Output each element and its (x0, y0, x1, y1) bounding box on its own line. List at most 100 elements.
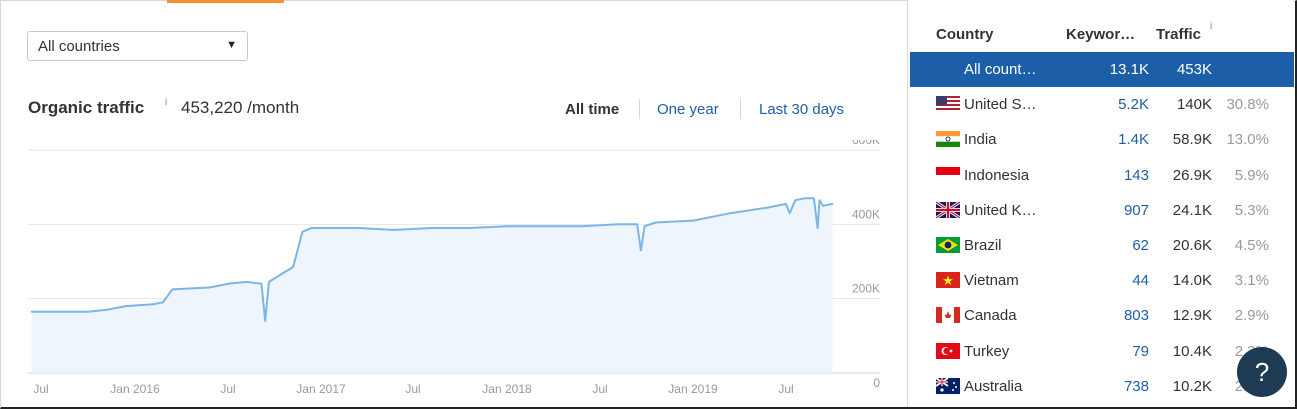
column-header-traffic[interactable]: Traffic (1156, 26, 1201, 43)
country-row[interactable]: Canada 803 12.9K 2.9% (910, 298, 1294, 333)
data-point (816, 227, 819, 229)
data-point (692, 219, 694, 222)
traffic-value: 10.4K (1172, 342, 1212, 360)
data-point (106, 309, 108, 311)
data-point (636, 223, 638, 226)
country-select[interactable]: All countries ▼ (27, 31, 248, 61)
x-tick-label: Jan 2017 (296, 382, 346, 396)
traffic-value: 26.9K (1172, 166, 1212, 184)
country-table: Country Keywor… Traffic i All count… 13.1… (907, 0, 1295, 407)
data-point (292, 266, 294, 268)
country-row[interactable]: Indonesia 143 26.9K 5.9% (910, 158, 1294, 193)
data-point (818, 199, 821, 201)
country-row[interactable]: United S… 5.2K 140K 30.8% (910, 87, 1294, 122)
data-point (124, 305, 127, 307)
data-point (794, 199, 797, 201)
x-tick-label: Jul (778, 382, 793, 396)
keywords-value[interactable]: 13.1K (1110, 61, 1149, 78)
x-tick-label: Jan 2018 (482, 382, 532, 396)
in-flag-icon (936, 131, 960, 148)
us-flag-icon (936, 96, 960, 113)
data-point (283, 271, 285, 274)
data-point (822, 205, 824, 207)
y-tick-label: 600K (852, 140, 880, 147)
x-tick-label: Jul (405, 382, 420, 396)
range-one-year[interactable]: One year (657, 101, 719, 118)
country-row[interactable]: India 1.4K 58.9K 13.0% (910, 122, 1294, 157)
data-point (431, 227, 433, 229)
data-point (171, 288, 173, 291)
traffic-percent: 2.9% (1234, 307, 1269, 325)
country-name: United S… (964, 96, 1037, 114)
data-point (357, 227, 359, 229)
organic-traffic-chart: 0 200K 400K 600K Jul Jan 2016 Jul Jan 2017 Jul Ja… (28, 140, 880, 396)
traffic-value: 58.9K (1172, 131, 1212, 149)
info-icon[interactable]: i (165, 97, 167, 108)
data-point (59, 310, 61, 313)
data-point (30, 310, 33, 313)
data-point (310, 227, 313, 229)
data-point (393, 229, 396, 231)
range-last-30-days[interactable]: Last 30 days (759, 101, 844, 118)
keywords-value[interactable]: 907 (1124, 202, 1149, 219)
column-header-keywords[interactable]: Keywor… (1066, 26, 1135, 43)
caret-down-icon: ▼ (226, 39, 237, 51)
traffic-value: 453K (1176, 61, 1212, 78)
country-row[interactable]: Brazil 62 20.6K 4.5% (910, 228, 1294, 263)
keywords-value[interactable]: 62 (1132, 237, 1149, 254)
traffic-value: 140K (1176, 96, 1212, 114)
keywords-value[interactable]: 79 (1132, 343, 1149, 360)
country-name: United K… (964, 201, 1037, 219)
data-point (617, 223, 620, 226)
keywords-value[interactable]: 5.2K (1118, 96, 1149, 113)
country-row[interactable]: United K… 907 24.1K 5.3% (910, 193, 1294, 228)
keywords-value[interactable]: 738 (1124, 378, 1149, 395)
gb-flag-icon (936, 201, 960, 218)
traffic-info-icon[interactable]: i (1210, 21, 1212, 32)
traffic-percent: 13.0% (1226, 131, 1269, 149)
active-tab-indicator (167, 0, 284, 3)
keywords-value[interactable]: 1.4K (1118, 131, 1149, 148)
au-flag-icon (936, 377, 960, 394)
keywords-value[interactable]: 44 (1132, 272, 1149, 289)
y-tick-label: 0 (873, 376, 880, 390)
y-tick-label: 400K (852, 207, 880, 221)
country-name: Vietnam (964, 272, 1019, 290)
range-separator (740, 99, 741, 119)
data-point (543, 225, 545, 227)
data-point (788, 212, 791, 214)
ca-flag-icon (936, 307, 960, 324)
data-point (506, 225, 508, 227)
data-point (227, 283, 229, 285)
country-row[interactable]: Vietnam 44 14.0K 3.1% (910, 263, 1294, 298)
data-point (640, 249, 642, 252)
data-point (87, 310, 89, 313)
range-all-time[interactable]: All time (565, 101, 619, 118)
help-button[interactable]: ? (1237, 347, 1287, 397)
x-tick-label: Jan 2016 (110, 382, 160, 396)
keywords-value[interactable]: 143 (1124, 167, 1149, 184)
data-point (301, 231, 304, 233)
data-point (264, 320, 267, 322)
traffic-value: 14.0K (1172, 272, 1212, 290)
country-row[interactable]: All count… 13.1K 453K (910, 52, 1294, 87)
data-point (655, 221, 657, 224)
x-tick-label: Jul (220, 382, 235, 396)
country-name: India (964, 131, 997, 149)
column-header-country[interactable]: Country (936, 26, 994, 43)
country-row[interactable]: Turkey7910.4K2.3% (910, 334, 1294, 369)
data-point (766, 206, 769, 209)
traffic-percent: 5.3% (1234, 201, 1269, 219)
id-flag-icon (936, 166, 960, 183)
country-select-value: All countries (38, 38, 120, 55)
keywords-value[interactable]: 803 (1124, 307, 1149, 324)
traffic-percent: 5.9% (1234, 166, 1269, 184)
data-point (245, 281, 248, 283)
organic-traffic-value: 453,220 /month (181, 98, 300, 117)
traffic-percent: 3.1% (1234, 272, 1269, 290)
range-separator (639, 99, 640, 119)
br-flag-icon (936, 237, 960, 253)
data-point (729, 212, 731, 214)
x-tick-label: Jan 2019 (668, 382, 718, 396)
data-point (162, 301, 164, 304)
